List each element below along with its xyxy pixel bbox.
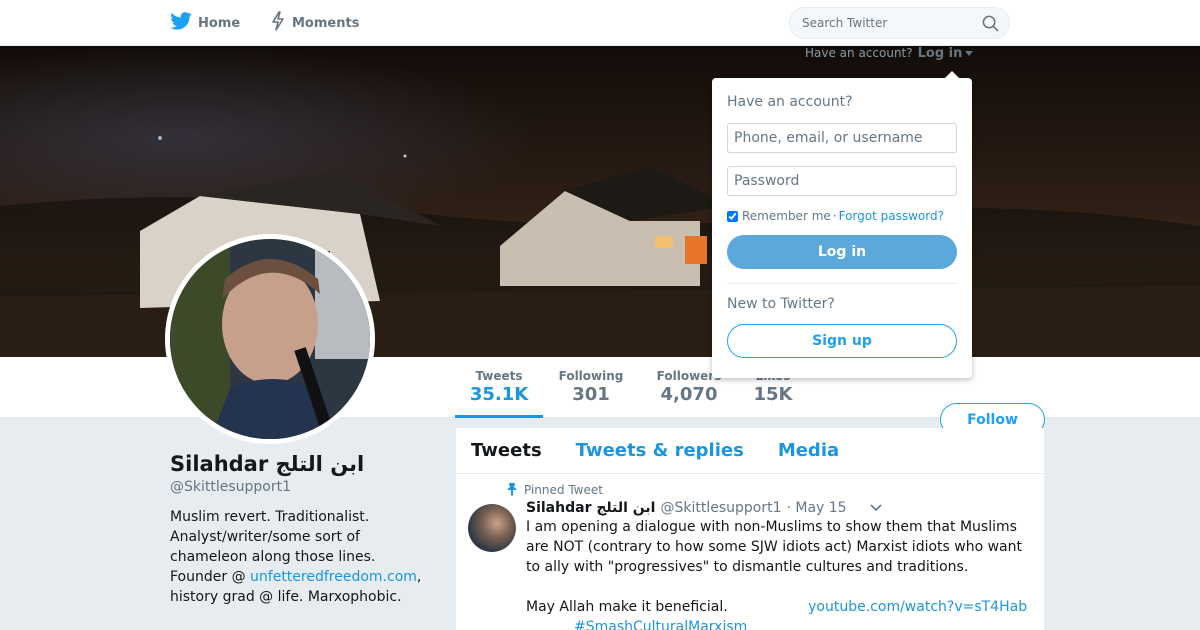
stat-tweets[interactable]: Tweets 35.1K [455, 357, 543, 418]
login-dropdown: Have an account? Remember me · Forgot pa… [712, 71, 972, 378]
tweet-youtube-link[interactable]: youtube.com/watch?v=sT4Hab [808, 599, 1027, 615]
new-to-twitter-heading: New to Twitter? [727, 296, 835, 312]
stat-likes-value: 15K [753, 384, 793, 405]
stat-tweets-label: Tweets [475, 369, 523, 383]
login-link-label: Log in [917, 45, 963, 61]
chevron-down-icon[interactable] [870, 500, 882, 516]
password-input[interactable] [727, 166, 957, 196]
pinned-label: Pinned Tweet [524, 483, 603, 497]
login-divider [727, 283, 957, 284]
top-navigation: Home Moments [0, 0, 1200, 46]
tweet-author-handle[interactable]: @Skittlesupport1 [660, 500, 781, 516]
have-account-line: Have an account? Log in [805, 46, 974, 61]
signup-button[interactable]: Sign up [727, 324, 957, 358]
tweet-avatar[interactable] [468, 504, 516, 552]
profile-bio-card: Silahdar ابن التلج @Skittlesupport1 Musl… [170, 452, 430, 607]
pinned-indicator: Pinned Tweet [506, 482, 1029, 498]
remember-separator: · [832, 209, 837, 223]
tab-media[interactable]: Media [778, 440, 839, 461]
stat-followers-value: 4,070 [660, 384, 718, 405]
avatar-photo [170, 239, 370, 439]
timeline-tabs: Tweets Tweets & replies Media [456, 428, 1044, 474]
tweet-text-paragraph-2: May Allah make it beneficial. youtube.co… [526, 597, 1029, 630]
profile-avatar[interactable] [165, 234, 375, 444]
nav-moments-label: Moments [292, 15, 360, 31]
tab-tweets-replies[interactable]: Tweets & replies [576, 440, 744, 461]
lightning-icon [270, 11, 286, 35]
nav-home[interactable]: Home [170, 0, 240, 46]
tweet-text-line: May Allah make it beneficial. [526, 599, 728, 615]
profile-handle[interactable]: @Skittlesupport1 [170, 479, 430, 495]
profile-name: Silahdar ابن التلج [170, 452, 365, 476]
tweet-author-name[interactable]: Silahdar ابن التلج [526, 500, 655, 516]
remember-me-label[interactable]: Remember me [742, 209, 831, 223]
remember-me-checkbox[interactable] [727, 210, 738, 222]
tab-tweets[interactable]: Tweets [471, 440, 542, 461]
search-input[interactable] [790, 8, 960, 38]
tweet-date[interactable]: · May 15 [786, 500, 846, 516]
profile-description: Muslim revert. Traditionalist. Analyst/w… [170, 507, 430, 607]
stat-following[interactable]: Following 301 [552, 357, 630, 418]
nav-moments[interactable]: Moments [270, 0, 359, 46]
tweet-text-paragraph-1: I am opening a dialogue with non-Muslims… [526, 519, 1022, 575]
search-icon[interactable] [982, 15, 999, 36]
bio-website-link[interactable]: unfetteredfreedom.com [250, 569, 417, 585]
login-heading: Have an account? [727, 94, 853, 110]
tweet-hashtag[interactable]: #SmashCulturalMarxism [574, 619, 747, 630]
stat-following-label: Following [558, 369, 624, 383]
login-dropdown-toggle[interactable]: Log in [918, 46, 974, 61]
stat-following-value: 301 [572, 384, 610, 405]
twitter-bird-icon [170, 12, 192, 34]
tweet-header: Silahdar ابن التلج @Skittlesupport1 · Ma… [526, 500, 1029, 516]
caret-down-icon [965, 46, 974, 61]
search-box [789, 7, 1010, 39]
remember-row: Remember me · Forgot password? [727, 209, 957, 223]
pinned-tweet[interactable]: Pinned Tweet Silahdar ابن التلج @Skittle… [456, 474, 1044, 630]
login-button[interactable]: Log in [727, 235, 957, 269]
timeline: Tweets Tweets & replies Media Pinned Twe… [456, 428, 1044, 630]
nav-home-label: Home [198, 15, 241, 31]
have-account-text: Have an account? [805, 46, 913, 60]
username-input[interactable] [727, 123, 957, 153]
forgot-password-link[interactable]: Forgot password? [839, 209, 944, 223]
pin-icon [506, 482, 518, 499]
tweet-text: I am opening a dialogue with non-Muslims… [526, 517, 1029, 630]
stat-tweets-value: 35.1K [469, 384, 529, 405]
